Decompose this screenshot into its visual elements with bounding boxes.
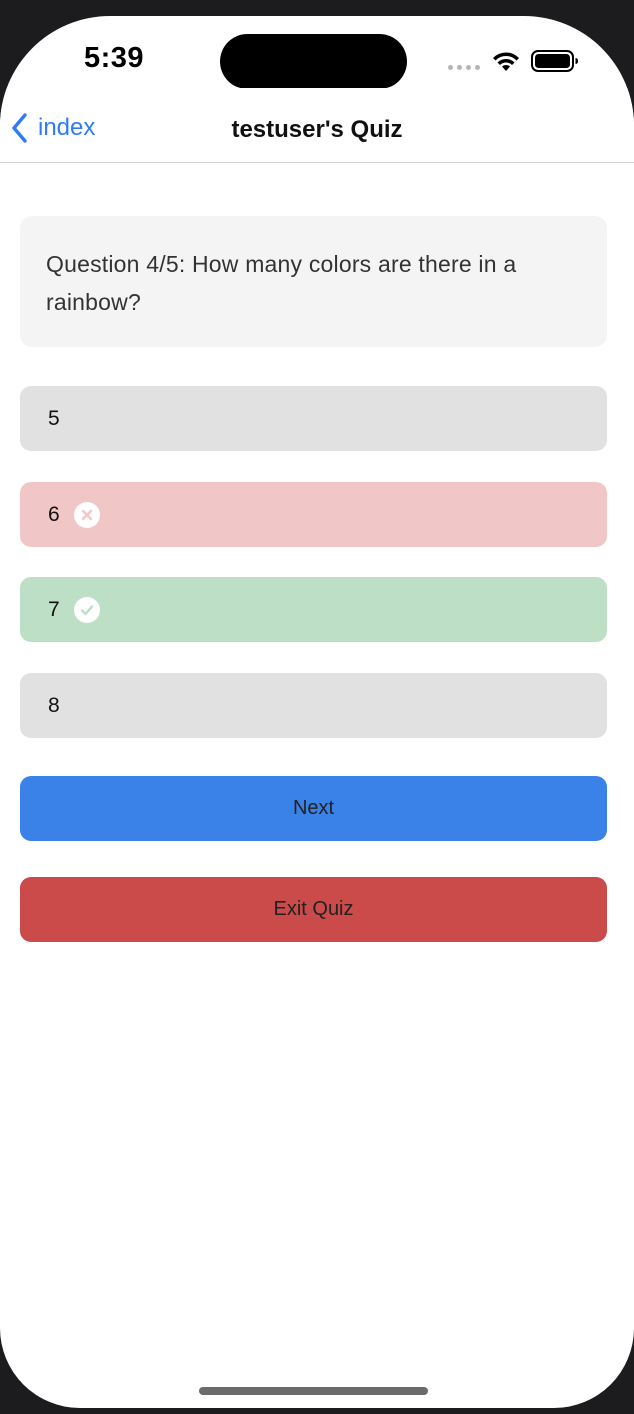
screen: 5:39 index testuser's Quiz Question 4/5:… xyxy=(0,16,634,1408)
cellular-signal-icon xyxy=(448,65,480,70)
answer-option-8[interactable]: 8 xyxy=(20,673,607,738)
question-card: Question 4/5: How many colors are there … xyxy=(20,216,607,347)
exit-quiz-button-label: Exit Quiz xyxy=(273,898,354,920)
answer-label: 6 xyxy=(48,502,60,526)
battery-icon xyxy=(531,50,578,72)
answer-label: 7 xyxy=(48,597,60,621)
question-text: Question 4/5: How many colors are there … xyxy=(46,251,517,315)
home-indicator[interactable] xyxy=(199,1387,428,1395)
page-title: testuser's Quiz xyxy=(231,116,403,143)
answer-option-6[interactable]: 6 xyxy=(20,482,607,547)
exit-quiz-button[interactable]: Exit Quiz xyxy=(20,877,607,942)
answer-label: 5 xyxy=(48,406,60,430)
answer-option-7[interactable]: 7 xyxy=(20,577,607,642)
status-time: 5:39 xyxy=(84,42,145,74)
wifi-icon xyxy=(493,52,519,71)
device-frame: 5:39 index testuser's Quiz Question 4/5:… xyxy=(0,0,634,1414)
navigation-bar: index testuser's Quiz xyxy=(0,88,634,163)
check-circle-icon xyxy=(73,596,100,623)
dynamic-island xyxy=(220,34,407,89)
next-button[interactable]: Next xyxy=(20,776,607,841)
x-circle-icon xyxy=(73,501,100,528)
next-button-label: Next xyxy=(292,797,335,819)
answer-option-5[interactable]: 5 xyxy=(20,386,607,451)
answer-label: 8 xyxy=(48,693,60,717)
